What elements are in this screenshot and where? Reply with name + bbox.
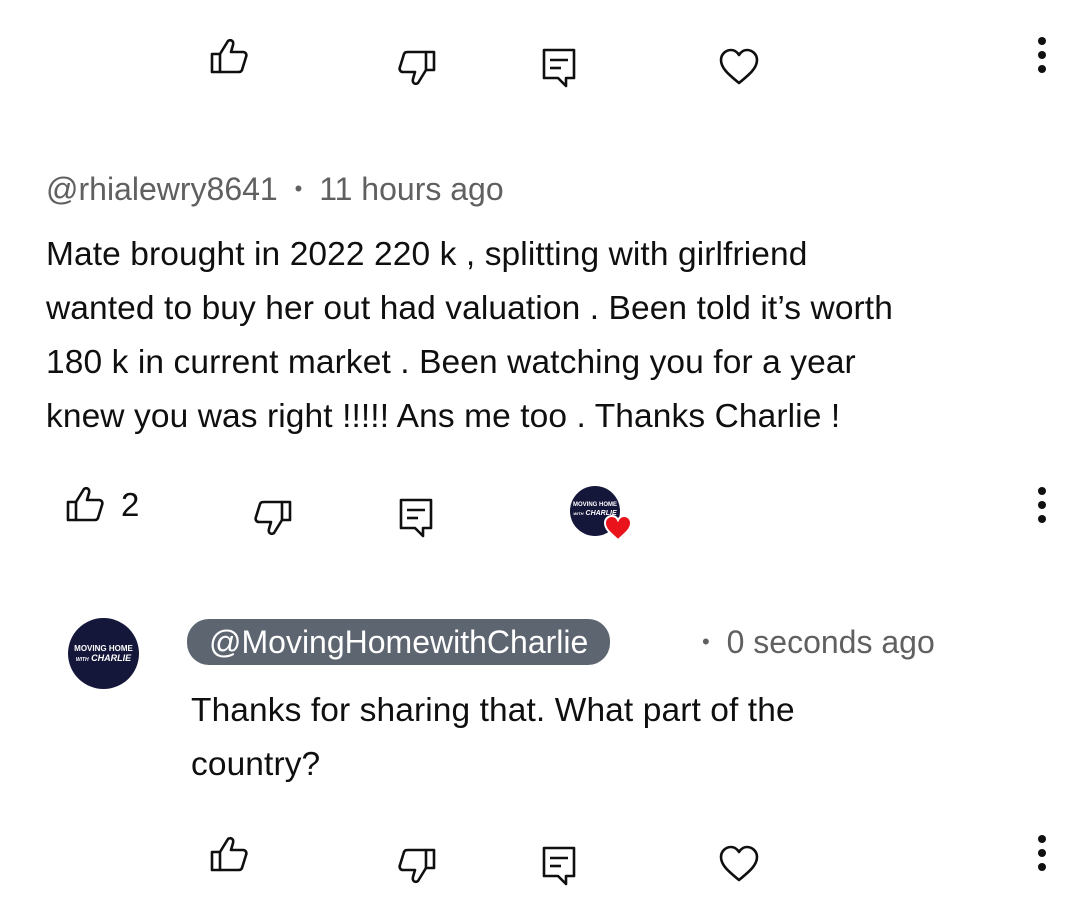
comment-like-button[interactable] [62,484,108,524]
comment-line: Mate brought in 2022 220 k , splitting w… [46,236,808,273]
dislike-button[interactable] [394,48,440,88]
comment-icon [542,846,576,886]
comment-line: knew you was right !!!!! Ans me too . Th… [46,398,841,435]
thumbs-up-icon [66,486,104,522]
comment-author[interactable]: @rhialewry8641 [46,171,278,207]
more-vertical-icon [1038,487,1046,523]
comment-time[interactable]: 11 hours ago [319,171,503,207]
heart-button[interactable] [716,46,762,88]
creator-heart-badge[interactable]: MOVING HOME WITH CHARLIE [570,486,636,542]
reply-dislike-button[interactable] [394,846,440,886]
comment-icon [542,48,576,88]
more-vertical-icon [1038,835,1046,871]
comment-body: Mate brought in 2022 220 k , splitting w… [46,228,1066,444]
thumbs-down-icon [254,500,292,536]
avatar-logo-text: MOVING HOME [572,502,617,508]
comment-reply-button[interactable] [395,496,437,540]
more-options-button[interactable] [1028,34,1056,76]
heart-outline-icon [719,48,759,85]
reply-meta: • 0 seconds ago [702,626,935,658]
reply-reply-button[interactable] [538,844,580,888]
avatar-logo-text: WITH CHARLIE [75,653,132,663]
like-count: 2 [121,486,140,523]
reply-avatar[interactable]: MOVING HOME WITH CHARLIE [68,618,139,689]
reply-heart-button[interactable] [716,843,762,885]
reply-line: Thanks for sharing that. What part of th… [191,692,795,729]
thumbs-up-icon [210,38,248,74]
comment-dislike-button[interactable] [250,498,296,538]
reply-more-options-button[interactable] [1028,832,1056,874]
comment-meta: @rhialewry8641 • 11 hours ago [46,173,504,205]
creator-author-badge[interactable]: @MovingHomewithCharlie [187,619,611,665]
meta-separator: • [702,629,710,654]
comment-line: 180 k in current market . Been watching … [46,344,856,381]
reply-line: country? [191,746,321,783]
thumbs-down-icon [398,50,436,86]
comment-icon [399,498,433,538]
comment-line: wanted to buy her out had valuation . Be… [46,290,893,327]
comment-more-options-button[interactable] [1028,484,1056,526]
thumbs-down-icon [398,848,436,884]
reply-time[interactable]: 0 seconds ago [727,624,935,660]
avatar-logo-text: MOVING HOME [74,644,133,653]
more-vertical-icon [1038,37,1046,73]
heart-filled-icon [603,514,633,542]
reply-body: Thanks for sharing that. What part of th… [191,684,1051,792]
thumbs-up-icon [210,836,248,872]
reply-like-button[interactable] [206,834,252,874]
reply-button[interactable] [538,46,580,90]
meta-separator: • [294,176,303,201]
like-button[interactable] [206,36,252,76]
heart-outline-icon [719,845,759,882]
